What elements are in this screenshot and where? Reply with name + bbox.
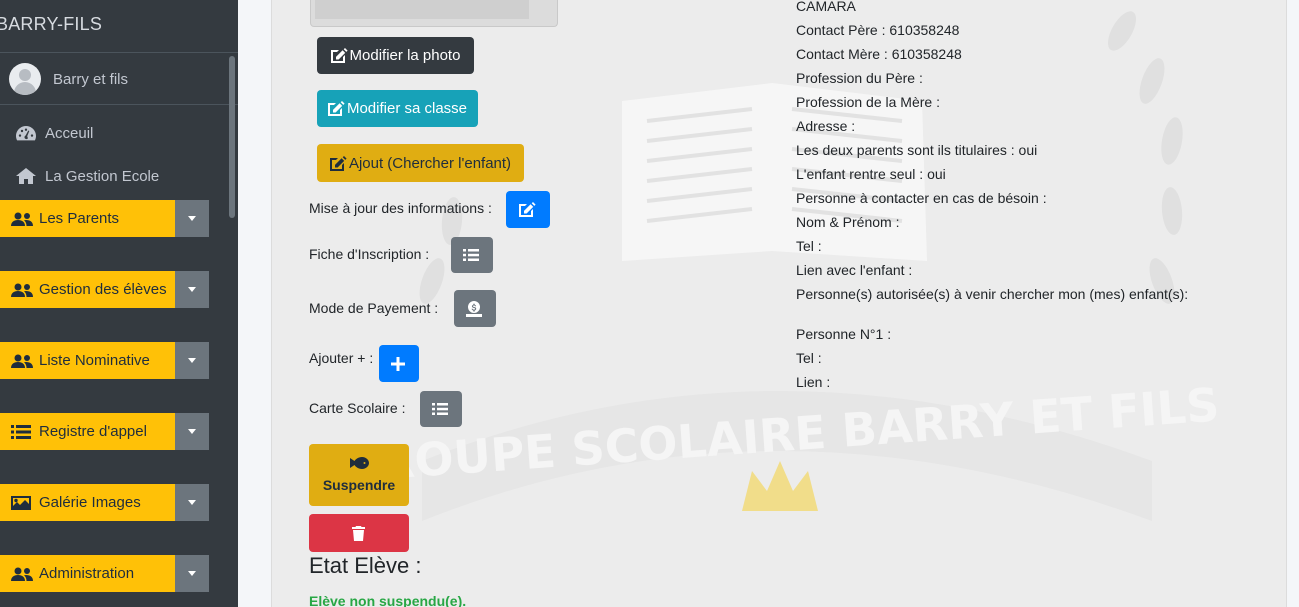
- emergency-contact-name: Nom & Prénom :: [796, 214, 900, 230]
- dropdown-main[interactable]: Galérie Images: [0, 484, 175, 521]
- edit-icon: [330, 48, 348, 63]
- dropdown-main[interactable]: Registre d'appel: [0, 413, 175, 450]
- brand-text[interactable]: BARRY-FILS: [0, 14, 102, 35]
- authorized-person-1: Personne N°1 :: [796, 326, 892, 342]
- dropdown-les-parents[interactable]: Les Parents: [0, 200, 209, 237]
- dropdown-toggle[interactable]: [175, 555, 209, 592]
- student-status-title: Etat Elève :: [309, 553, 422, 578]
- home-icon: [15, 168, 37, 184]
- add-child-label: Ajout (Chercher l'enfant): [348, 154, 512, 172]
- add-child-button[interactable]: Ajout (Chercher l'enfant): [317, 144, 524, 182]
- sidebar-scrollbar[interactable]: [229, 56, 235, 218]
- avatar: [9, 63, 41, 95]
- update-info-button[interactable]: [506, 191, 550, 228]
- dropdown-label: Galérie Images: [39, 494, 141, 511]
- address: Adresse :: [796, 118, 856, 134]
- emergency-contact-relation: Lien avec l'enfant :: [796, 262, 913, 278]
- nav-acceuil[interactable]: Acceuil: [0, 115, 230, 151]
- nav-gestion-ecole-label: La Gestion Ecole: [45, 167, 160, 185]
- list-icon: [11, 424, 35, 440]
- dropdown-label: Les Parents: [39, 210, 120, 227]
- dropdown-gestion-eleves[interactable]: Gestion des élèves: [0, 271, 209, 308]
- dropdown-toggle[interactable]: [175, 413, 209, 450]
- dashboard-icon: [15, 125, 37, 141]
- dropdown-toggle[interactable]: [175, 271, 209, 308]
- add-button[interactable]: [379, 345, 419, 382]
- list-icon: [432, 403, 448, 415]
- child-goes-home-alone: L'enfant rentre seul : oui: [796, 166, 946, 182]
- money-icon: [466, 300, 482, 317]
- dropdown-label: Administration: [39, 565, 135, 582]
- dropdown-administration[interactable]: Administration: [0, 555, 209, 592]
- father-profession: Profession du Père :: [796, 70, 923, 86]
- dropdown-toggle[interactable]: [175, 200, 209, 237]
- dropdown-toggle[interactable]: [175, 484, 209, 521]
- emergency-contact-heading: Personne à contacter en cas de bésoin :: [796, 190, 1047, 206]
- edit-icon: [518, 202, 536, 217]
- delete-button[interactable]: [309, 514, 409, 552]
- users-icon: [11, 567, 35, 581]
- sidebar: BARRY-FILS Barry et fils Acceuil La Gest…: [0, 0, 238, 607]
- payment-mode-label: Mode de Payement :: [309, 300, 439, 316]
- edit-icon: [327, 101, 345, 116]
- registration-form-button[interactable]: [451, 237, 493, 273]
- user-name[interactable]: Barry et fils: [53, 71, 128, 88]
- plus-icon: [391, 356, 405, 371]
- users-icon: [11, 212, 35, 226]
- payment-mode-button[interactable]: [454, 290, 496, 327]
- dropdown-main[interactable]: Liste Nominative: [0, 342, 175, 379]
- father-contact: Contact Père : 610358248: [796, 22, 960, 38]
- dropdown-label: Liste Nominative: [39, 352, 150, 369]
- user-panel[interactable]: Barry et fils: [0, 54, 238, 105]
- users-icon: [11, 283, 35, 297]
- dropdown-main[interactable]: Administration: [0, 555, 175, 592]
- chevron-down-icon: [188, 571, 196, 576]
- dropdown-main[interactable]: Les Parents: [0, 200, 175, 237]
- edit-icon: [329, 155, 347, 171]
- update-info-label: Mise à jour des informations :: [309, 200, 492, 216]
- registration-form-label: Fiche d'Inscription :: [309, 246, 430, 262]
- list-icon: [463, 249, 479, 261]
- modify-class-label: Modifier sa classe: [346, 100, 468, 117]
- student-name: CAMARA: [796, 0, 856, 14]
- dropdown-registre-appel[interactable]: Registre d'appel: [0, 413, 209, 450]
- chevron-down-icon: [188, 429, 196, 434]
- dropdown-liste-nominative[interactable]: Liste Nominative: [0, 342, 209, 379]
- student-photo: [310, 0, 558, 27]
- authorized-person-1-tel: Tel :: [796, 350, 822, 366]
- parents-holders: Les deux parents sont ils titulaires : o…: [796, 142, 1038, 158]
- mother-profession: Profession de la Mère :: [796, 94, 940, 110]
- brand[interactable]: BARRY-FILS: [0, 0, 238, 53]
- student-status-value: Elève non suspendu(e).: [309, 593, 467, 607]
- trash-icon: [351, 525, 365, 541]
- emergency-contact-tel: Tel :: [796, 238, 822, 254]
- add-label: Ajouter + :: [309, 350, 374, 366]
- suspend-button[interactable]: Suspendre: [309, 444, 409, 506]
- chevron-down-icon: [188, 287, 196, 292]
- school-card-label: Carte Scolaire :: [309, 400, 406, 416]
- suspend-label: Suspendre: [322, 477, 396, 493]
- school-card-button[interactable]: [420, 391, 462, 427]
- authorized-persons-heading: Personne(s) autorisée(s) à venir cherche…: [796, 286, 1189, 302]
- fish-icon: [350, 457, 369, 469]
- mother-contact: Contact Mère : 610358248: [796, 46, 962, 62]
- chevron-down-icon: [188, 358, 196, 363]
- authorized-person-1-relation: Lien :: [796, 374, 831, 390]
- modify-class-button[interactable]: Modifier sa classe: [317, 90, 478, 127]
- nav-gestion-ecole[interactable]: La Gestion Ecole: [0, 158, 230, 194]
- chevron-down-icon: [188, 216, 196, 221]
- dropdown-toggle[interactable]: [175, 342, 209, 379]
- users-icon: [11, 354, 35, 368]
- dropdown-main[interactable]: Gestion des élèves: [0, 271, 175, 308]
- image-icon: [11, 495, 35, 511]
- dropdown-label: Registre d'appel: [39, 423, 147, 440]
- modify-photo-button[interactable]: Modifier la photo: [317, 37, 474, 74]
- chevron-down-icon: [188, 500, 196, 505]
- modify-photo-label: Modifier la photo: [349, 47, 461, 64]
- nav-acceuil-label: Acceuil: [45, 124, 94, 142]
- dropdown-label: Gestion des élèves: [39, 281, 167, 298]
- dropdown-galerie-images[interactable]: Galérie Images: [0, 484, 209, 521]
